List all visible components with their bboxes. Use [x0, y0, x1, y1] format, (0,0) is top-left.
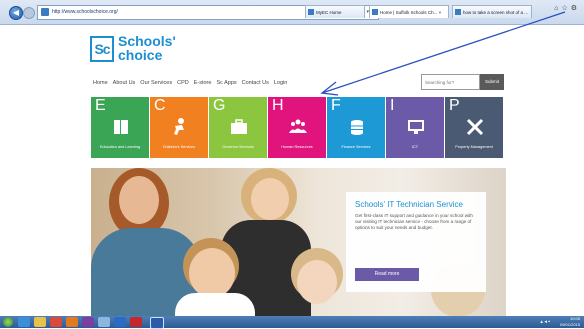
tile-label: Human Resources — [281, 145, 313, 149]
hero-text: Get first-class IT support and guidance … — [355, 213, 473, 230]
taskbar-ie-icon[interactable] — [18, 317, 30, 327]
taskbar-acrobat-icon[interactable] — [130, 317, 142, 327]
nav-contact-us[interactable]: Contact Us — [242, 78, 269, 88]
tile-letter: H — [272, 97, 284, 114]
read-more-button[interactable]: Read more — [355, 268, 419, 281]
system-tray-icons[interactable]: ▴ ◂ ▪ — [540, 319, 550, 325]
tile-label: Education and Learning — [99, 145, 141, 149]
nav-login[interactable]: Login — [274, 78, 287, 88]
tile-label: Finance Services — [341, 145, 371, 149]
tile-human-resources[interactable]: H Human Resources — [268, 97, 326, 158]
tab-favicon-icon — [308, 9, 314, 15]
nav-about-us[interactable]: About Us — [113, 78, 136, 88]
tile-label: Children's Services — [162, 145, 196, 149]
nav-home[interactable]: Home — [93, 78, 108, 88]
tile-governor-services[interactable]: G Governor Services — [209, 97, 267, 158]
taskbar-clock[interactable]: 10:05 09/01/2015 — [560, 316, 580, 328]
tab-myec-home[interactable]: MyEC Home — [305, 5, 365, 18]
taskbar-office-icon[interactable] — [66, 317, 78, 327]
site-search: Submit — [421, 74, 504, 90]
tile-property-management[interactable]: P Property Management — [445, 97, 503, 158]
tile-education-learning[interactable]: E Education and Learning — [91, 97, 149, 158]
tile-letter: G — [213, 97, 226, 114]
briefcase-icon — [231, 119, 247, 134]
tile-letter: P — [449, 97, 460, 114]
forward-arrow-icon[interactable] — [23, 7, 35, 19]
tab-schools-choice[interactable]: Home | Suffolk Schools Ch... × — [369, 5, 449, 18]
tile-label: Property Management — [455, 145, 493, 149]
browser-tool-icons[interactable]: ⌂☆⚙ — [554, 4, 580, 12]
tile-letter: C — [154, 97, 166, 114]
tile-ict[interactable]: I ICT — [386, 97, 444, 158]
hero-photo-girl-face — [251, 178, 289, 220]
logo-text: Schools' choice — [118, 34, 176, 62]
clock-date: 09/01/2015 — [559, 322, 580, 327]
coins-icon — [351, 120, 363, 135]
tile-finance-services[interactable]: F Finance Services — [327, 97, 385, 158]
tile-label: Governor Services — [222, 145, 254, 149]
tile-letter: F — [331, 97, 341, 114]
hero-photo-pupil-face — [297, 260, 337, 304]
start-button-icon[interactable] — [3, 317, 13, 327]
taskbar-chrome-icon[interactable] — [50, 317, 62, 327]
tab-favicon-icon — [372, 9, 378, 15]
taskbar-onenote-icon[interactable] — [82, 317, 94, 327]
person-icon — [174, 118, 184, 135]
site-favicon-icon — [41, 8, 49, 16]
nav-e-store[interactable]: E-store — [194, 78, 212, 88]
taskbar-explorer-icon[interactable] — [34, 317, 46, 327]
browser-toolbar: ◀ http://www.schoolschoice.org/ P ▾ C My… — [0, 0, 584, 25]
hero-banner: Schools' IT Technician Service Get first… — [91, 168, 506, 318]
search-input[interactable] — [421, 74, 480, 90]
taskbar-outlook-icon[interactable] — [114, 317, 126, 327]
nav-sc-apps[interactable]: Sc Apps — [216, 78, 236, 88]
tile-label: ICT — [411, 145, 419, 149]
tab-screenshot-search[interactable]: how to take a screen shot of a ... — [452, 5, 532, 18]
book-icon — [114, 120, 128, 134]
main-nav: Home About Us Our Services CPD E-store S… — [93, 78, 287, 88]
nav-our-services[interactable]: Our Services — [140, 78, 172, 88]
hero-photo-teacher-face — [119, 176, 159, 224]
search-submit-button[interactable]: Submit — [480, 74, 504, 90]
back-arrow-icon[interactable]: ◀ — [9, 6, 23, 20]
hero-photo-boy-face — [189, 248, 235, 298]
taskbar-word-icon[interactable] — [150, 317, 164, 329]
tile-letter: E — [95, 97, 106, 114]
tools-icon — [466, 118, 484, 136]
hero-photo-boy-body — [175, 293, 255, 318]
tab-favicon-icon — [455, 9, 461, 15]
people-icon — [289, 119, 307, 133]
windows-taskbar: ▴ ◂ ▪ 10:05 09/01/2015 — [0, 316, 584, 329]
address-url[interactable]: http://www.schoolschoice.org/ — [52, 7, 118, 18]
hero-card: Schools' IT Technician Service Get first… — [346, 192, 486, 292]
hero-title: Schools' IT Technician Service — [355, 200, 463, 209]
tile-letter: I — [390, 97, 395, 114]
logo-line-2: choice — [118, 47, 163, 63]
monitor-icon — [408, 120, 424, 134]
taskbar-search-icon[interactable] — [98, 317, 110, 327]
tile-childrens-services[interactable]: C Children's Services — [150, 97, 208, 158]
nav-cpd[interactable]: CPD — [177, 78, 189, 88]
logo-mark: Sc — [90, 36, 114, 62]
